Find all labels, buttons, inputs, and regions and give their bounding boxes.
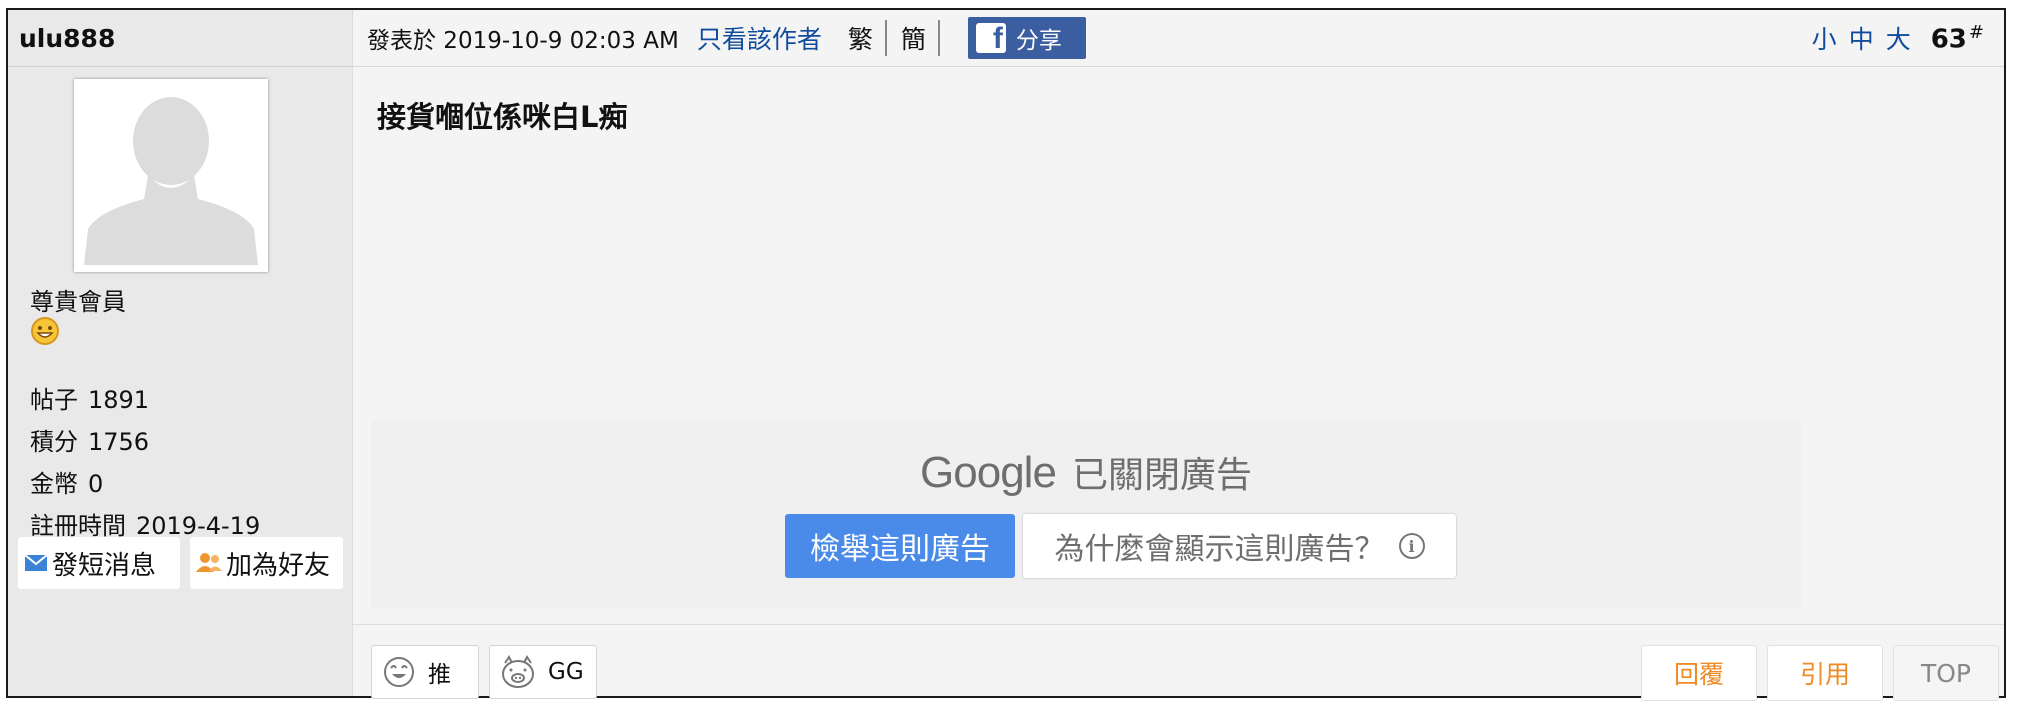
- stat-value: 2019-4-19: [136, 512, 261, 540]
- smile-face-icon: [384, 657, 414, 687]
- font-small-button[interactable]: 小: [1812, 20, 1837, 56]
- ad-closed-text: 已關閉廣告: [1071, 455, 1252, 496]
- floor-suffix: #: [1968, 21, 1984, 43]
- font-medium-button[interactable]: 中: [1849, 20, 1874, 56]
- stat-label: 積分: [30, 428, 78, 456]
- reply-button[interactable]: 回覆: [1641, 645, 1757, 701]
- stat-label: 註冊時間: [30, 512, 126, 540]
- gg-label: GG: [548, 659, 584, 685]
- username[interactable]: ulu888: [8, 10, 352, 67]
- default-avatar-icon: [74, 79, 268, 272]
- facebook-icon: f: [975, 23, 1006, 53]
- post-actions: 推 GG 回覆 引用 TOP: [353, 624, 2004, 701]
- stat-registered: 註冊時間 2019-4-19: [30, 506, 260, 541]
- stat-label: 帖子: [30, 386, 78, 414]
- avatar[interactable]: [74, 79, 268, 272]
- stat-value: 0: [88, 470, 104, 498]
- report-ad-button[interactable]: 檢舉這則廣告: [785, 514, 1015, 578]
- why-this-ad-label: 為什麼會顯示這則廣告？: [1054, 532, 1385, 567]
- share-label: 分享: [1015, 28, 1062, 54]
- quote-button[interactable]: 引用: [1767, 645, 1883, 701]
- friends-icon: [196, 552, 222, 574]
- gg-button[interactable]: GG: [489, 645, 597, 699]
- push-label: 推: [428, 662, 451, 688]
- simplified-chinese-button[interactable]: 簡: [901, 20, 940, 56]
- member-rank: 尊貴會員: [30, 288, 126, 316]
- pig-face-icon: [502, 655, 534, 688]
- add-friend-label: 加為好友: [226, 550, 331, 581]
- post-floor-number[interactable]: 63 #: [1931, 22, 1984, 55]
- envelope-icon: [24, 554, 48, 572]
- header-right: 小 中 大 63 #: [1800, 10, 1984, 66]
- author-sidebar: ulu888 尊貴會員 帖子 1891 積分 1756 金幣 0 註冊時間 2019-4…: [8, 10, 353, 696]
- why-this-ad-button[interactable]: 為什麼會顯示這則廣告？ i: [1023, 514, 1456, 578]
- font-large-button[interactable]: 大: [1886, 20, 1911, 56]
- facebook-share-button[interactable]: f 分享: [967, 17, 1086, 59]
- smiley-rank-icon: [31, 317, 59, 345]
- post-date: 發表於 2019-10-9 02:03 AM: [367, 28, 679, 54]
- post-main: 發表於 2019-10-9 02:03 AM 只看該作者 繁 簡 f 分享 小 …: [353, 10, 2004, 701]
- post-container: ulu888 尊貴會員 帖子 1891 積分 1756 金幣 0 註冊時間 2019-4…: [6, 8, 2006, 701]
- post-content: 接貨嗰位係咪白L痴: [377, 100, 628, 134]
- ad-closed-title: Google 已關閉廣告: [371, 446, 1801, 498]
- add-friend-button[interactable]: 加為好友: [190, 537, 343, 589]
- stat-points: 積分 1756: [30, 422, 149, 457]
- google-logo: Google: [920, 448, 1057, 497]
- stat-value: 1891: [88, 386, 150, 414]
- ad-closed-panel: Google 已關閉廣告 檢舉這則廣告 為什麼會顯示這則廣告？ i: [371, 420, 1801, 608]
- send-message-button[interactable]: 發短消息: [18, 537, 180, 589]
- info-icon: i: [1398, 533, 1425, 559]
- stat-value: 1756: [88, 428, 150, 456]
- view-author-only-link[interactable]: 只看該作者: [697, 20, 822, 56]
- traditional-chinese-button[interactable]: 繁: [848, 20, 887, 56]
- stat-posts: 帖子 1891: [30, 380, 149, 415]
- send-message-label: 發短消息: [52, 550, 157, 581]
- post-header: 發表於 2019-10-9 02:03 AM 只看該作者 繁 簡 f 分享 小 …: [353, 10, 2004, 67]
- floor-value: 63: [1930, 24, 1967, 55]
- back-to-top-button[interactable]: TOP: [1893, 645, 1999, 701]
- stat-label: 金幣: [30, 470, 78, 498]
- push-button[interactable]: 推: [371, 645, 479, 699]
- stat-coins: 金幣 0: [30, 464, 103, 499]
